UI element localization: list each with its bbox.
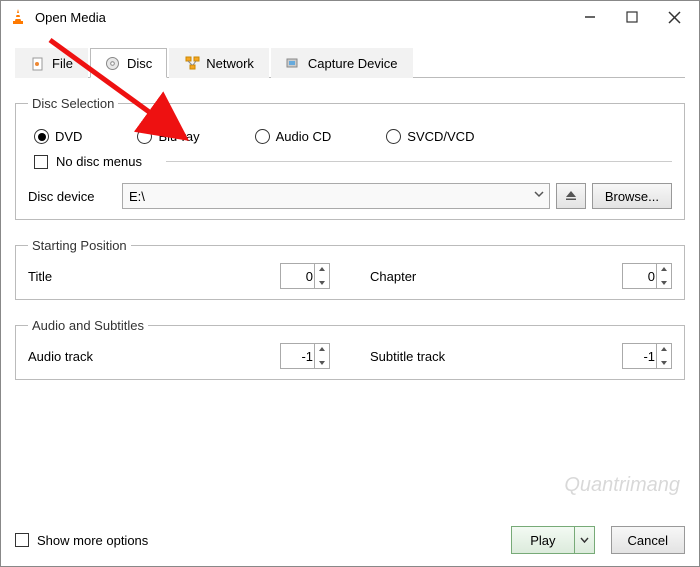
- footer: Show more options Play Cancel: [1, 518, 699, 566]
- separator: [166, 161, 672, 162]
- title-spinner[interactable]: 0: [280, 263, 330, 289]
- tab-network[interactable]: Network: [169, 48, 269, 78]
- tab-disc-label: Disc: [127, 56, 152, 71]
- vlc-icon: [9, 8, 27, 26]
- network-icon: [184, 56, 200, 72]
- chevron-down-icon: [533, 188, 545, 203]
- radio-dvd-label: DVD: [55, 129, 82, 144]
- disc-device-value: E:\: [129, 189, 145, 204]
- chevron-down-icon: [580, 533, 589, 548]
- file-icon: [30, 56, 46, 72]
- tab-capture-label: Capture Device: [308, 56, 398, 71]
- tab-disc[interactable]: Disc: [90, 48, 167, 78]
- radio-bluray-label: Blu-ray: [158, 129, 199, 144]
- maximize-button[interactable]: [611, 3, 653, 31]
- radio-audiocd[interactable]: Audio CD: [255, 129, 332, 144]
- chapter-spinner[interactable]: 0: [622, 263, 672, 289]
- eject-icon: [565, 189, 577, 204]
- cancel-button[interactable]: Cancel: [611, 526, 685, 554]
- play-button[interactable]: Play: [511, 526, 594, 554]
- starting-position-group: Starting Position Title 0 Chapter 0: [15, 238, 685, 300]
- audio-track-value: -1: [301, 349, 313, 364]
- titlebar: Open Media: [1, 1, 699, 33]
- radio-svcd[interactable]: SVCD/VCD: [386, 129, 474, 144]
- play-dropdown-button[interactable]: [575, 526, 595, 554]
- tab-file[interactable]: File: [15, 48, 88, 78]
- window: Open Media File Disc Network Capture Dev…: [0, 0, 700, 567]
- title-value: 0: [306, 269, 313, 284]
- close-button[interactable]: [653, 3, 695, 31]
- subtitle-track-spinner[interactable]: -1: [622, 343, 672, 369]
- checkbox-no-menus[interactable]: [34, 155, 48, 169]
- cancel-label: Cancel: [628, 533, 668, 548]
- browse-button[interactable]: Browse...: [592, 183, 672, 209]
- no-menus-label: No disc menus: [56, 154, 142, 169]
- chapter-label: Chapter: [370, 269, 622, 284]
- disc-device-select[interactable]: E:\: [122, 183, 550, 209]
- radio-row: DVD Blu-ray Audio CD SVCD/VCD: [34, 129, 672, 144]
- tabs: File Disc Network Capture Device: [15, 47, 685, 78]
- tab-capture[interactable]: Capture Device: [271, 48, 413, 78]
- spinner-arrows-icon: [314, 344, 329, 368]
- chapter-value: 0: [648, 269, 655, 284]
- radio-svcd-label: SVCD/VCD: [407, 129, 474, 144]
- show-more-label: Show more options: [37, 533, 148, 548]
- disc-device-label: Disc device: [28, 189, 122, 204]
- subtitle-track-value: -1: [643, 349, 655, 364]
- audio-subtitles-group: Audio and Subtitles Audio track -1 Subti…: [15, 318, 685, 380]
- disc-icon: [105, 55, 121, 71]
- radio-audiocd-label: Audio CD: [276, 129, 332, 144]
- radio-circle-icon: [137, 129, 152, 144]
- radio-circle-icon: [386, 129, 401, 144]
- title-label: Title: [28, 269, 280, 284]
- disc-selection-legend: Disc Selection: [28, 96, 118, 111]
- play-label: Play: [530, 533, 555, 548]
- spinner-arrows-icon: [656, 344, 671, 368]
- tab-network-label: Network: [206, 56, 254, 71]
- window-title: Open Media: [35, 10, 569, 25]
- radio-bluray[interactable]: Blu-ray: [137, 129, 199, 144]
- browse-label: Browse...: [605, 189, 659, 204]
- no-disc-menus-row: No disc menus: [34, 154, 672, 169]
- disc-selection-group: Disc Selection DVD Blu-ray Audio CD SVCD…: [15, 96, 685, 220]
- checkbox-show-more[interactable]: [15, 533, 29, 547]
- minimize-button[interactable]: [569, 3, 611, 31]
- spinner-arrows-icon: [314, 264, 329, 288]
- tab-file-label: File: [52, 56, 73, 71]
- capture-icon: [286, 56, 302, 72]
- content-area: File Disc Network Capture Device Disc Se…: [1, 33, 699, 518]
- audiosub-legend: Audio and Subtitles: [28, 318, 148, 333]
- starting-legend: Starting Position: [28, 238, 131, 253]
- radio-dvd[interactable]: DVD: [34, 129, 82, 144]
- subtitle-track-label: Subtitle track: [370, 349, 622, 364]
- disc-device-row: Disc device E:\ Browse...: [28, 183, 672, 209]
- radio-circle-icon: [255, 129, 270, 144]
- radio-dot-icon: [34, 129, 49, 144]
- audio-track-label: Audio track: [28, 349, 280, 364]
- eject-button[interactable]: [556, 183, 586, 209]
- spinner-arrows-icon: [656, 264, 671, 288]
- audio-track-spinner[interactable]: -1: [280, 343, 330, 369]
